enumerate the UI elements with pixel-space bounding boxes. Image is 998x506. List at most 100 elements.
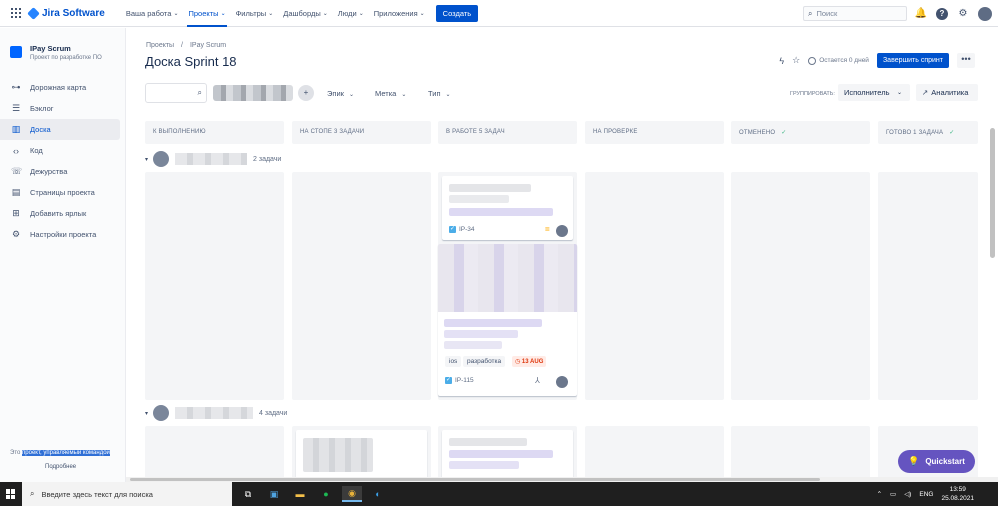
notifications-bell-icon[interactable]: 🔔 xyxy=(915,8,927,20)
issue-label[interactable]: ios xyxy=(445,356,462,367)
column-header-done[interactable]: ГОТОВО 1 ЗАДАЧА ✓ xyxy=(878,121,978,144)
task-type-icon: ✓ xyxy=(449,226,456,233)
label-filter[interactable]: Метка ⌄ xyxy=(375,89,406,98)
taskbar-clock[interactable]: 13:59 25.08.2021 xyxy=(941,485,974,503)
project-header[interactable]: IPay Scrum Проект по разработке ПО xyxy=(0,28,125,61)
due-date-text: 13 AUG xyxy=(521,359,544,365)
taskbar-search-input[interactable]: ⌕ Введите здесь текст для поиска xyxy=(22,482,232,506)
sidebar-item-settings[interactable]: ⚙ Настройки проекта xyxy=(0,224,120,245)
chevron-down-icon: ⌄ xyxy=(445,92,451,98)
remaining-text: Остается 0 дней xyxy=(819,57,869,64)
column-header-on-hold[interactable]: НА СТОПЕ 3 ЗАДАЧИ xyxy=(292,121,431,144)
column-header-in-progress[interactable]: В РАБОТЕ 5 ЗАДАЧ xyxy=(438,121,577,144)
board-icon: ▥ xyxy=(11,124,21,134)
complete-sprint-button[interactable]: Завершить спринт xyxy=(876,53,949,68)
swimlane-header[interactable]: ▾ 2 задачи xyxy=(145,151,281,167)
edge-icon[interactable]: ◐ xyxy=(368,486,388,502)
epic-filter[interactable]: Эпик ⌄ xyxy=(327,89,354,98)
spotify-icon[interactable]: ● xyxy=(316,486,336,502)
jira-logo-text: Jira Software xyxy=(42,7,105,19)
add-person-icon[interactable]: + xyxy=(298,85,314,101)
issue-card[interactable] xyxy=(296,430,427,482)
column-header-review[interactable]: НА ПРОВЕРКЕ xyxy=(585,121,724,144)
project-type: Проект по разработке ПО xyxy=(30,55,102,61)
nav-projects[interactable]: Проекты ⌄ xyxy=(183,0,230,27)
nav-label: Люди xyxy=(337,8,357,18)
insights-button[interactable]: ↗ Аналитика xyxy=(916,84,978,101)
nav-dashboards[interactable]: Дашборды ⌄ xyxy=(278,0,333,27)
star-icon[interactable]: ☆ xyxy=(792,55,800,66)
swimlane-count: 4 задачи xyxy=(259,409,288,417)
chevron-up-icon[interactable]: ⌃ xyxy=(877,490,882,498)
issue-key-text: IP-34 xyxy=(459,226,475,233)
sidebar-item-code[interactable]: ‹› Код xyxy=(0,140,120,161)
global-search-input[interactable]: ⌕ Поиск xyxy=(803,6,907,21)
issue-card[interactable] xyxy=(442,430,573,482)
summary-blurred xyxy=(449,184,531,192)
issue-card[interactable]: ios разработка ◷ 13 AUG ✓ IP-115 ⅄ xyxy=(438,244,577,396)
issue-card[interactable]: ✓ IP-34 = xyxy=(442,176,573,240)
summary-blurred xyxy=(444,319,542,327)
nav-apps[interactable]: Приложения ⌄ xyxy=(369,0,430,27)
chrome-icon[interactable]: ◉ xyxy=(342,486,362,502)
column-header-cancelled[interactable]: ОТМЕНЕНО ✓ xyxy=(731,121,870,144)
issue-label[interactable]: разработка xyxy=(463,356,506,367)
sidebar-item-backlog[interactable]: ☰ Бэклог xyxy=(0,98,120,119)
column-title: К ВЫПОЛНЕНИЮ xyxy=(153,129,206,135)
volume-icon[interactable]: ◁) xyxy=(904,490,911,498)
lane-cell xyxy=(731,426,870,482)
sidebar-item-pages[interactable]: ▤ Страницы проекта xyxy=(0,182,120,203)
outlook-icon[interactable]: ▣ xyxy=(264,486,284,502)
group-by-value: Исполнитель xyxy=(844,88,890,97)
column-title: ГОТОВО 1 ЗАДАЧА xyxy=(886,130,944,136)
settings-icon: ⚙ xyxy=(11,229,21,239)
task-view-icon[interactable]: ⧉ xyxy=(238,486,258,502)
add-shortcut-icon: ⊞ xyxy=(12,208,20,218)
pages-icon: ▤ xyxy=(11,187,21,197)
app-switcher-icon[interactable] xyxy=(11,8,21,18)
assignee-name-blurred xyxy=(175,407,254,419)
clock-icon xyxy=(808,56,817,65)
nav-people[interactable]: Люди ⌄ xyxy=(333,0,369,27)
swimlane-header[interactable]: ▾ 4 задачи xyxy=(145,405,287,421)
board-search-input[interactable]: ⌕ xyxy=(145,83,207,103)
lane-cell xyxy=(145,426,284,482)
nav-your-work[interactable]: Ваша работа ⌄ xyxy=(121,0,184,27)
vertical-scrollbar[interactable] xyxy=(989,120,995,480)
settings-gear-icon[interactable]: ⚙ xyxy=(957,8,969,20)
user-avatar[interactable] xyxy=(978,6,992,21)
group-by-select[interactable]: Исполнитель ⌄ xyxy=(838,84,910,101)
sidebar-item-board[interactable]: ▥ Доска xyxy=(0,119,120,140)
help-icon[interactable]: ? xyxy=(936,7,948,20)
scrollbar-thumb[interactable] xyxy=(990,128,995,258)
more-actions-button[interactable]: ••• xyxy=(957,53,975,68)
column-header-todo[interactable]: К ВЫПОЛНЕНИЮ xyxy=(145,121,284,144)
create-button[interactable]: Создать xyxy=(435,4,479,22)
language-indicator[interactable]: ENG xyxy=(919,491,933,498)
chevron-down-icon: ⌄ xyxy=(401,92,407,98)
jira-logo[interactable]: Jira Software xyxy=(27,6,105,20)
breadcrumb-project[interactable]: IPay Scrum xyxy=(190,42,226,49)
windows-start-icon[interactable] xyxy=(0,482,22,506)
learn-more-link[interactable]: Подробнее xyxy=(45,464,76,470)
sidebar-item-on-call[interactable]: ☏ Дежурства xyxy=(0,161,120,182)
sidebar-item-label: Дежурства xyxy=(30,167,68,176)
scrollbar-thumb[interactable] xyxy=(130,478,820,481)
breadcrumb-projects[interactable]: Проекты xyxy=(146,42,174,49)
lightning-icon[interactable]: ϟ xyxy=(779,56,784,66)
sidebar-item-add-shortcut[interactable]: ⊞ Добавить ярлык xyxy=(0,203,120,224)
title-actions: ϟ ☆ Остается 0 дней Завершить спринт ••• xyxy=(779,53,975,68)
file-explorer-icon[interactable]: ▬ xyxy=(290,486,310,502)
column-title: ОТМЕНЕНО xyxy=(739,130,776,136)
lane-cell xyxy=(292,172,431,400)
type-filter[interactable]: Тип ⌄ xyxy=(428,89,451,98)
sidebar-item-roadmap[interactable]: ⊶ Дорожная карта xyxy=(0,77,120,98)
group-by-label: ГРУППИРОВАТЬ: xyxy=(790,91,835,97)
quickstart-button[interactable]: 💡 Quickstart xyxy=(898,450,975,473)
network-icon[interactable]: ▭ xyxy=(890,490,896,498)
assignee-avatars[interactable] xyxy=(213,85,293,101)
nav-filters[interactable]: Фильтры ⌄ xyxy=(231,0,279,27)
quickstart-label: Quickstart xyxy=(925,457,965,466)
summary-blurred xyxy=(444,330,518,338)
board-filters: ⌕ + Эпик ⌄ Метка ⌄ Тип ⌄ ГРУППИРОВАТЬ: Испо… xyxy=(145,83,978,105)
